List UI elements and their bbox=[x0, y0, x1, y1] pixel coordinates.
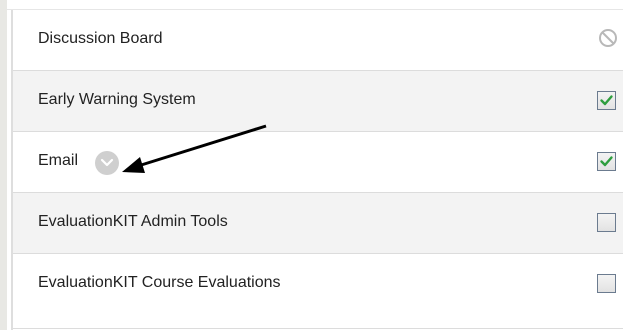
table-row: Discussion Board bbox=[13, 10, 623, 71]
table-row: Early Warning System bbox=[13, 71, 623, 132]
tool-name: Early Warning System bbox=[38, 91, 196, 108]
tool-name: Discussion Board bbox=[38, 30, 163, 47]
table-row: EvaluationKIT Course Evaluations bbox=[13, 254, 623, 329]
availability-checkbox[interactable] bbox=[597, 91, 616, 110]
top-edge bbox=[7, 0, 623, 10]
availability-checkbox[interactable] bbox=[597, 274, 616, 293]
tool-list: Discussion Board Early Warning System Em… bbox=[11, 10, 623, 330]
table-row: Email bbox=[13, 132, 623, 193]
checkbox-checked-icon bbox=[600, 156, 613, 167]
disabled-icon bbox=[598, 28, 618, 48]
chevron-down-icon bbox=[100, 158, 114, 167]
left-border bbox=[0, 0, 7, 330]
tool-availability-panel: Discussion Board Early Warning System Em… bbox=[0, 0, 623, 330]
table-row: EvaluationKIT Admin Tools bbox=[13, 193, 623, 254]
tool-name: EvaluationKIT Course Evaluations bbox=[38, 274, 281, 291]
email-options-menu-button[interactable] bbox=[95, 151, 119, 175]
checkbox-unchecked-icon bbox=[598, 275, 615, 292]
tool-name: EvaluationKIT Admin Tools bbox=[38, 213, 228, 230]
tool-name: Email bbox=[38, 152, 79, 169]
checkbox-checked-icon bbox=[600, 95, 613, 106]
availability-checkbox[interactable] bbox=[597, 213, 616, 232]
availability-checkbox[interactable] bbox=[597, 152, 616, 171]
checkbox-unchecked-icon bbox=[598, 214, 615, 231]
